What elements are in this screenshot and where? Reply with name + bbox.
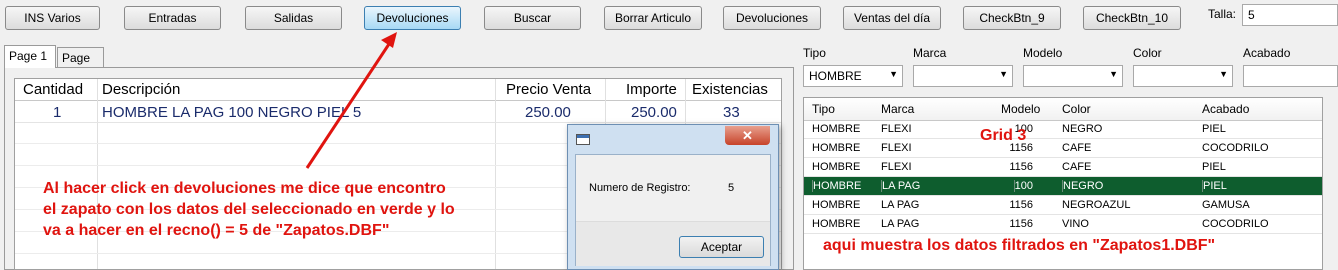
grid-annotation: Grid 3 [980, 127, 1027, 144]
left-annotation-line: Al hacer click en devoluciones me dice q… [43, 180, 446, 197]
left-annotation-line: el zapato con los datos del seleccionado… [43, 201, 455, 218]
left-annotation-line: va a hacer en el recno() = 5 de "Zapatos… [43, 222, 390, 239]
tab-page-1[interactable]: Page 1 [4, 45, 56, 68]
right-annotation: aqui muestra los datos filtrados en "Zap… [821, 237, 1218, 255]
left-annotation: Al hacer click en devoluciones me dice q… [43, 178, 455, 241]
